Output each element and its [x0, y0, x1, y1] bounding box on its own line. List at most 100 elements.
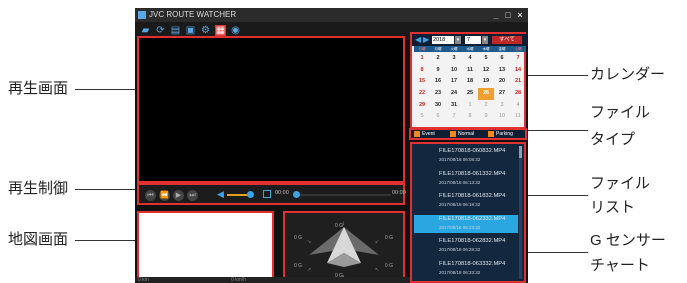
calendar-day[interactable]: 3	[446, 53, 462, 65]
weekday-header: 火曜	[446, 46, 462, 52]
calendar-day[interactable]: 22	[414, 88, 430, 100]
chevron-down-icon[interactable]: ▾	[482, 36, 488, 44]
file-list-item[interactable]: FILE170818-062332.MP4 2017/08/18 06:23:32	[414, 214, 518, 233]
svg-text:↘: ↘	[307, 239, 311, 245]
label-playback-control: 再生制御	[8, 180, 69, 197]
calendar-day[interactable]: 24	[446, 88, 462, 100]
calendar-day[interactable]: 5	[414, 111, 430, 123]
volume-slider[interactable]	[227, 194, 249, 196]
calendar-day[interactable]: 15	[414, 76, 430, 88]
month-select[interactable]: 7	[465, 36, 481, 44]
calendar-day[interactable]: 2	[430, 53, 446, 65]
calendar-day[interactable]: 11	[462, 65, 478, 77]
calendar-day[interactable]: 8	[414, 65, 430, 77]
file-list-item[interactable]: FILE170818-062832.MP4 2017/08/18 06:28:32	[414, 237, 518, 255]
calendar-day[interactable]: 13	[494, 65, 510, 77]
volume-icon[interactable]: ◀	[217, 189, 224, 200]
calendar-day[interactable]: 10	[494, 111, 510, 123]
calendar-day[interactable]: 11	[510, 111, 526, 123]
weekday-header: 水曜	[462, 46, 478, 52]
all-button[interactable]: すべて	[492, 36, 522, 44]
refresh-icon[interactable]: ⟳	[155, 25, 166, 36]
calendar-week: 5 6 7 8 9 10 11	[414, 111, 526, 123]
calendar-day[interactable]: 16	[430, 76, 446, 88]
settings-icon[interactable]: ⚙	[200, 25, 211, 36]
calendar-day[interactable]: 28	[510, 88, 526, 100]
svg-text:↗: ↗	[307, 267, 311, 273]
play-icon[interactable]: ▶	[173, 190, 184, 201]
next-icon[interactable]: ⏭	[187, 190, 198, 201]
file-list-item[interactable]: FILE170818-061332.MP4 2017/08/18 06:13:32	[414, 170, 518, 188]
calendar-day[interactable]: 5	[478, 53, 494, 65]
calendar-day[interactable]: 8	[462, 111, 478, 123]
calendar-day[interactable]: 4	[510, 100, 526, 112]
map-screen[interactable]	[137, 211, 274, 281]
rewind-icon[interactable]: ⏪	[159, 190, 170, 201]
status-distance: 0 km	[138, 277, 149, 283]
calendar-day[interactable]: 27	[494, 88, 510, 100]
calendar-day[interactable]: 20	[494, 76, 510, 88]
close-button[interactable]: ×	[515, 10, 525, 20]
label-file-type-2: タイプ	[590, 131, 636, 148]
file-list-items: FILE170818-060832.MP4 2017/08/18 06:08:32…	[412, 144, 524, 281]
file-list-item[interactable]: FILE170818-063332.MP4 2017/08/18 06:33:32	[414, 260, 518, 278]
label-gsensor-2: チャート	[590, 257, 650, 274]
file-list-item[interactable]: FILE170818-061832.MP4 2017/08/18 06:18:32	[414, 192, 518, 210]
calendar-day[interactable]: 7	[446, 111, 462, 123]
leader-line	[528, 130, 588, 132]
save-icon[interactable]: ▤	[170, 25, 181, 36]
calendar-day[interactable]: 25	[462, 88, 478, 100]
chevron-down-icon[interactable]: ▾	[455, 36, 461, 44]
calendar-day[interactable]: 2	[478, 100, 494, 112]
prev-icon[interactable]: ⏮	[145, 190, 156, 201]
folder-icon[interactable]: ▰	[140, 25, 151, 36]
file-date: 2017/08/18 06:08:32	[439, 157, 481, 162]
time-current: 00:00	[275, 190, 289, 196]
calendar-day[interactable]: 23	[430, 88, 446, 100]
calendar-day[interactable]: 6	[430, 111, 446, 123]
fullscreen-icon[interactable]	[263, 190, 271, 198]
calendar-day[interactable]: 29	[414, 100, 430, 112]
calendar-day[interactable]: 7	[510, 53, 526, 65]
calendar-day[interactable]: 12	[478, 65, 494, 77]
calendar-day[interactable]: 6	[494, 53, 510, 65]
calendar-day[interactable]: 30	[430, 100, 446, 112]
calendar-day[interactable]: 4	[462, 53, 478, 65]
volume-knob[interactable]	[247, 191, 254, 198]
calendar-day[interactable]: 17	[446, 76, 462, 88]
year-select[interactable]: 2018	[432, 36, 454, 44]
scroll-thumb[interactable]	[519, 146, 522, 158]
label-file-list-1: ファイル	[590, 175, 651, 192]
maximize-button[interactable]: □	[503, 10, 513, 20]
location-icon[interactable]: ◉	[230, 25, 241, 36]
calendar-day[interactable]: 14	[510, 65, 526, 77]
scrollbar[interactable]	[519, 146, 522, 279]
calendar-day[interactable]: 9	[430, 65, 446, 77]
calendar-day[interactable]: 10	[446, 65, 462, 77]
seek-bar[interactable]	[295, 194, 391, 196]
calendar-day[interactable]: 19	[478, 76, 494, 88]
calendar-day[interactable]: 18	[462, 76, 478, 88]
calendar-grid: 日曜 月曜 火曜 水曜 木曜 金曜 土曜	[414, 46, 526, 52]
calendar-day[interactable]: 9	[478, 111, 494, 123]
file-name: FILE170818-062832.MP4	[439, 238, 506, 244]
file-date: 2017/08/18 06:13:32	[439, 179, 481, 185]
calendar-day[interactable]: 21	[510, 76, 526, 88]
calendar-day[interactable]: 31	[446, 100, 462, 112]
next-month-icon[interactable]: ▶	[423, 35, 429, 44]
calendar-day[interactable]: 3	[494, 100, 510, 112]
calendar-day[interactable]: 26	[478, 88, 494, 100]
weekday-header: 日曜	[414, 46, 430, 52]
prev-month-icon[interactable]: ◀	[415, 35, 421, 44]
image-icon[interactable]: ▣	[185, 25, 196, 36]
calendar-day[interactable]: 1	[462, 100, 478, 112]
seek-knob[interactable]	[293, 191, 300, 198]
file-list-item[interactable]: FILE170818-060832.MP4 2017/08/18 06:08:32	[414, 147, 518, 165]
label-file-list-2: リスト	[590, 199, 636, 216]
minimize-button[interactable]: _	[491, 10, 501, 20]
file-name: FILE170818-061832.MP4	[439, 193, 506, 199]
playback-screen[interactable]	[137, 36, 405, 183]
map-icon[interactable]: ▦	[215, 25, 226, 36]
calendar-day[interactable]: 1	[414, 53, 430, 65]
file-name: FILE170818-060832.MP4	[439, 148, 506, 154]
